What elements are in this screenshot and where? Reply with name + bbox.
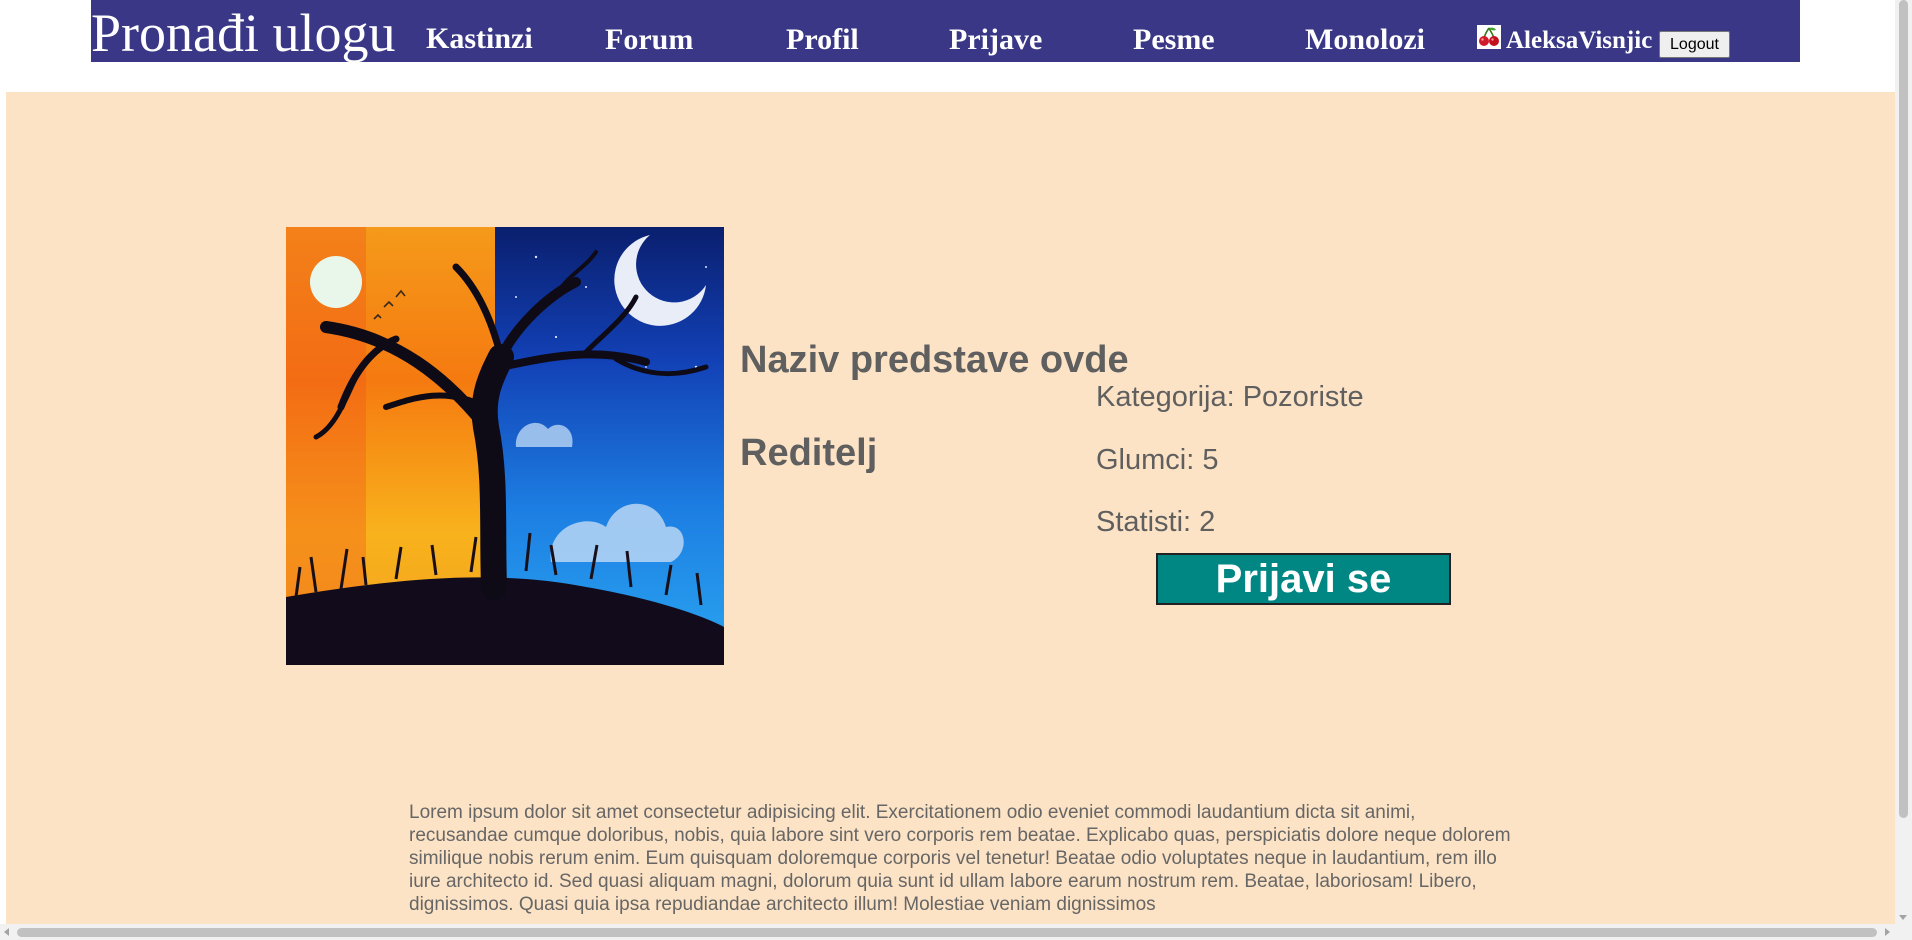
horizontal-scrollbar[interactable] — [0, 924, 1912, 940]
show-details-section: Naziv predstave ovde Reditelj Kategorija… — [6, 92, 1895, 924]
cherry-icon — [1477, 25, 1501, 49]
horizontal-scrollbar-thumb[interactable] — [17, 928, 1877, 937]
site-logo[interactable]: Pronađi ulogu — [91, 2, 396, 64]
nav-link-profil[interactable]: Profil — [786, 0, 859, 80]
show-director: Reditelj — [740, 432, 878, 474]
show-description: Lorem ipsum dolor sit amet consectetur a… — [409, 802, 1511, 915]
scroll-left-arrow-icon[interactable] — [4, 928, 9, 936]
nav-link-forum[interactable]: Forum — [605, 0, 693, 80]
show-actors-count: Glumci: 5 — [1096, 444, 1219, 476]
username-label[interactable]: AleksaVisnjic — [1506, 0, 1652, 82]
vertical-scrollbar[interactable] — [1895, 0, 1912, 924]
show-title: Naziv predstave ovde — [740, 339, 1129, 381]
scroll-down-arrow-icon[interactable] — [1899, 915, 1907, 920]
apply-button[interactable]: Prijavi se — [1156, 553, 1451, 605]
logout-button[interactable]: Logout — [1659, 31, 1730, 58]
nav-link-kastinzi[interactable]: Kastinzi — [426, 0, 533, 78]
nav-link-pesme[interactable]: Pesme — [1133, 0, 1215, 80]
vertical-scrollbar-thumb[interactable] — [1899, 0, 1908, 818]
show-category: Kategorija: Pozoriste — [1096, 381, 1364, 413]
nav-link-prijave[interactable]: Prijave — [949, 0, 1042, 80]
nav-link-monolozi[interactable]: Monolozi — [1305, 0, 1425, 80]
show-extras-count: Statisti: 2 — [1096, 506, 1216, 538]
scroll-right-arrow-icon[interactable] — [1885, 928, 1890, 936]
show-poster-image — [286, 227, 724, 665]
top-navbar: Pronađi ulogu Kastinzi Forum Profil Prij… — [91, 0, 1800, 64]
